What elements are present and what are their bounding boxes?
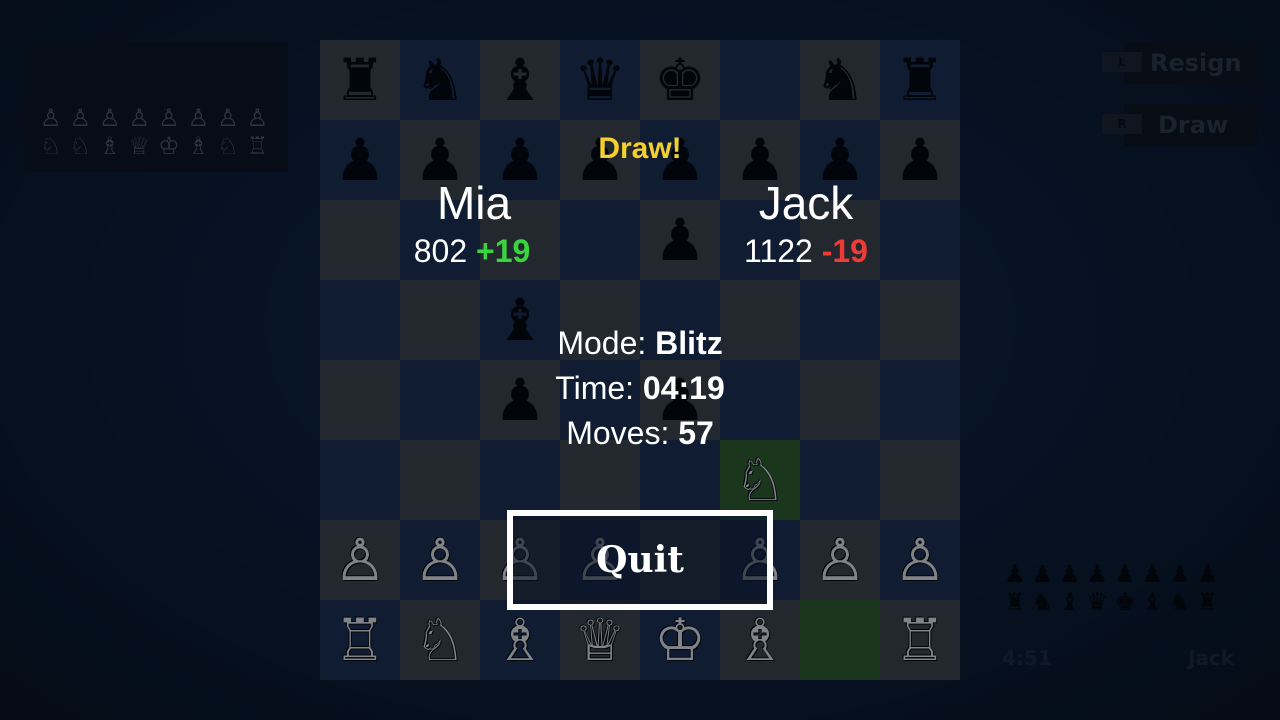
player-left-name: Mia bbox=[436, 177, 512, 229]
stat-moves: Moves: 57 bbox=[440, 415, 840, 452]
stat-mode: Mode: Blitz bbox=[440, 325, 840, 362]
rating-value: 802 bbox=[413, 233, 468, 269]
player-right-name: Jack bbox=[758, 177, 854, 229]
rating-delta: -19 bbox=[821, 233, 868, 269]
rating-delta: +19 bbox=[476, 233, 531, 269]
stat-label: Moves: bbox=[566, 415, 670, 451]
quit-button[interactable]: Quit bbox=[507, 510, 773, 610]
stat-value: 57 bbox=[678, 415, 714, 451]
stat-label: Mode: bbox=[557, 325, 647, 361]
stat-time: Time: 04:19 bbox=[440, 370, 840, 407]
result-title: Draw! bbox=[598, 132, 682, 165]
rating-value: 1122 bbox=[744, 233, 813, 269]
player-right-rating: 1122 -19 bbox=[696, 233, 916, 270]
stat-value: 04:19 bbox=[642, 370, 725, 406]
stat-value: Blitz bbox=[655, 325, 723, 361]
player-left-rating: 802 +19 bbox=[362, 233, 582, 270]
result-overlay: Draw! Mia 802 +19 Jack 1122 -19 Mode: Bl… bbox=[0, 0, 1280, 720]
stat-label: Time: bbox=[555, 370, 635, 406]
quit-label: Quit bbox=[596, 539, 684, 581]
game-screen: ♙ ♙ ♙ ♙ ♙ ♙ ♙ ♙ ♘ ♘ ♗ ♕ ♔ ♗ ♘ ♖ L Resign… bbox=[0, 0, 1280, 720]
